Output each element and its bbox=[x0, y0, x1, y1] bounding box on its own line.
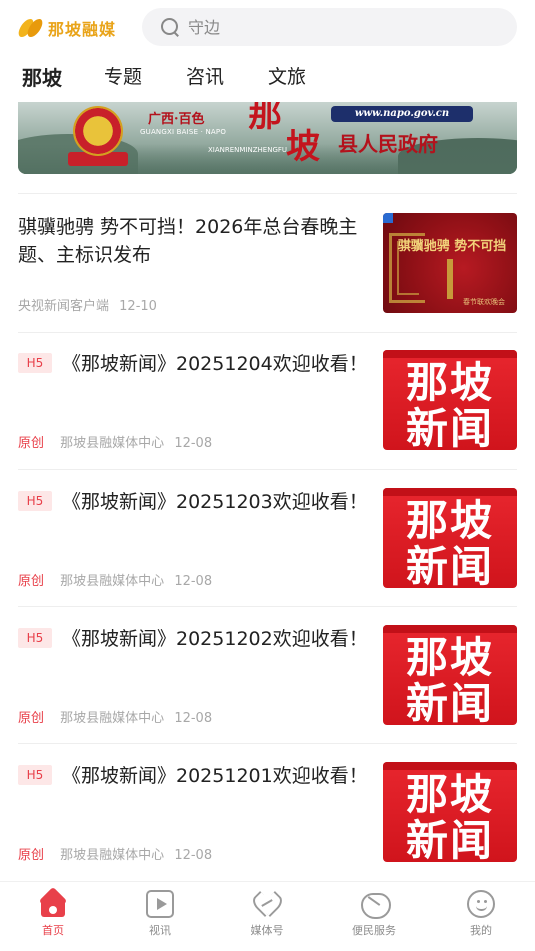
banner-region: 广西·百色 bbox=[148, 112, 205, 127]
news-date: 12-08 bbox=[174, 436, 213, 451]
nav-label: 我的 bbox=[470, 924, 492, 937]
news-thumbnail[interactable]: 那坡 新闻 bbox=[383, 350, 517, 450]
news-item[interactable]: 骐骥驰骋 势不可挡！2026年总台春晚主题、主标识发布 央视新闻客户端 12-1… bbox=[18, 213, 517, 314]
original-badge: 原创 bbox=[18, 711, 45, 726]
divider bbox=[18, 332, 517, 333]
banner-gov-title: 县人民政府 bbox=[338, 132, 438, 156]
news-source: 那坡县融媒体中心 bbox=[60, 848, 165, 863]
nav-label: 首页 bbox=[42, 924, 64, 937]
search-icon bbox=[160, 17, 180, 37]
divider bbox=[18, 469, 517, 470]
nav-me[interactable]: 我的 bbox=[441, 890, 521, 938]
banner-big-char-1: 那 bbox=[248, 102, 282, 135]
thumbnail-line-2: 新闻 bbox=[405, 542, 494, 588]
thumbnail-subcaption: 春节联欢晚会 bbox=[463, 298, 505, 306]
nav-video[interactable]: 视讯 bbox=[120, 890, 200, 938]
news-item[interactable]: H5 《那坡新闻》20251203欢迎收看！ 原创 那坡县融媒体中心 12-08 … bbox=[18, 488, 517, 589]
government-banner[interactable]: 广西·百色 GUANGXI BAISE · NAPO XIANRENMINZHE… bbox=[18, 102, 517, 174]
news-thumbnail[interactable]: 那坡 新闻 bbox=[383, 488, 517, 588]
news-meta: 原创 那坡县融媒体中心 12-08 bbox=[18, 707, 212, 726]
thumbnail-line-2: 新闻 bbox=[405, 679, 494, 725]
thumbnail-line-1: 那坡 bbox=[405, 770, 494, 819]
nav-media-account[interactable]: 媒体号 bbox=[227, 890, 307, 938]
original-badge: 原创 bbox=[18, 848, 45, 863]
news-source: 那坡县融媒体中心 bbox=[60, 436, 165, 451]
news-title: H5 《那坡新闻》20251202欢迎收看！ bbox=[18, 625, 368, 653]
original-badge: 原创 bbox=[18, 574, 45, 589]
news-meta: 原创 那坡县融媒体中心 12-08 bbox=[18, 570, 212, 589]
logo-mark-icon bbox=[16, 18, 45, 38]
banner-pinyin-1: GUANGXI BAISE · NAPO bbox=[140, 128, 227, 136]
news-meta: 原创 那坡县融媒体中心 12-08 bbox=[18, 844, 212, 863]
badge-icon bbox=[383, 213, 393, 223]
banner-big-char-2: 坡 bbox=[286, 127, 320, 167]
search-bar[interactable] bbox=[142, 8, 517, 46]
app-logo[interactable]: 那坡融媒 bbox=[16, 14, 117, 42]
thumbnail-line-2: 新闻 bbox=[405, 816, 494, 862]
thumbnail-line-1: 那坡 bbox=[405, 633, 494, 682]
news-source: 央视新闻客户端 bbox=[18, 299, 110, 314]
divider bbox=[18, 193, 517, 194]
news-thumbnail[interactable]: 那坡 新闻 bbox=[383, 762, 517, 862]
video-icon bbox=[146, 890, 174, 918]
logo-text: 那坡融媒 bbox=[48, 20, 117, 39]
thumbnail-line-1: 那坡 bbox=[405, 358, 494, 407]
news-title: H5 《那坡新闻》20251201欢迎收看！ bbox=[18, 762, 368, 790]
national-emblem-icon bbox=[73, 106, 123, 156]
news-item[interactable]: H5 《那坡新闻》20251201欢迎收看！ 原创 那坡县融媒体中心 12-08 … bbox=[18, 762, 517, 863]
news-date: 12-08 bbox=[174, 711, 213, 726]
news-source: 那坡县融媒体中心 bbox=[60, 711, 165, 726]
h5-badge: H5 bbox=[18, 628, 52, 648]
h5-badge: H5 bbox=[18, 491, 52, 511]
channel-tabs: 那坡 专题 咨讯 文旅 bbox=[0, 62, 535, 96]
news-source: 那坡县融媒体中心 bbox=[60, 574, 165, 589]
news-thumbnail[interactable]: 骐骥驰骋 势不可挡 春节联欢晚会 bbox=[383, 213, 517, 313]
tab-culture-tourism[interactable]: 文旅 bbox=[268, 62, 306, 89]
news-date: 12-08 bbox=[174, 574, 213, 589]
news-item[interactable]: H5 《那坡新闻》20251204欢迎收看！ 原创 那坡县融媒体中心 12-08 … bbox=[18, 350, 517, 451]
media-icon bbox=[253, 890, 281, 918]
thumbnail-line-1: 那坡 bbox=[405, 496, 494, 545]
nav-label: 视讯 bbox=[149, 924, 171, 937]
search-input[interactable] bbox=[188, 17, 488, 37]
news-date: 12-10 bbox=[119, 299, 157, 314]
news-item[interactable]: H5 《那坡新闻》20251202欢迎收看！ 原创 那坡县融媒体中心 12-08 … bbox=[18, 625, 517, 726]
thumbnail-line-2: 新闻 bbox=[405, 404, 494, 450]
banner-pinyin-2: XIANRENMINZHENGFU bbox=[208, 146, 288, 154]
app-header: 那坡融媒 bbox=[0, 0, 535, 56]
news-title: H5 《那坡新闻》20251204欢迎收看！ bbox=[18, 350, 368, 378]
nav-label: 便民服务 bbox=[352, 924, 396, 937]
service-icon bbox=[360, 890, 391, 919]
nav-services[interactable]: 便民服务 bbox=[334, 890, 414, 938]
divider bbox=[18, 606, 517, 607]
tab-napo[interactable]: 那坡 bbox=[22, 62, 62, 91]
original-badge: 原创 bbox=[18, 436, 45, 451]
divider bbox=[18, 743, 517, 744]
news-thumbnail[interactable]: 那坡 新闻 bbox=[383, 625, 517, 725]
news-title: H5 《那坡新闻》20251203欢迎收看！ bbox=[18, 488, 368, 516]
bottom-navigation: 首页 视讯 媒体号 便民服务 我的 bbox=[0, 881, 535, 951]
me-icon bbox=[467, 890, 495, 918]
nav-label: 媒体号 bbox=[250, 924, 284, 937]
tab-news[interactable]: 咨讯 bbox=[186, 62, 224, 89]
banner-url: www.napo.gov.cn bbox=[331, 106, 473, 122]
nav-home[interactable]: 首页 bbox=[13, 890, 93, 938]
news-title: 骐骥驰骋 势不可挡！2026年总台春晚主题、主标识发布 bbox=[18, 216, 358, 266]
news-meta: 央视新闻客户端 12-10 bbox=[18, 295, 157, 314]
home-icon bbox=[39, 890, 67, 918]
news-meta: 原创 那坡县融媒体中心 12-08 bbox=[18, 432, 212, 451]
h5-badge: H5 bbox=[18, 353, 52, 373]
tab-topics[interactable]: 专题 bbox=[104, 62, 142, 89]
h5-badge: H5 bbox=[18, 765, 52, 785]
news-date: 12-08 bbox=[174, 848, 213, 863]
thumbnail-caption: 骐骥驰骋 势不可挡 bbox=[397, 239, 507, 254]
